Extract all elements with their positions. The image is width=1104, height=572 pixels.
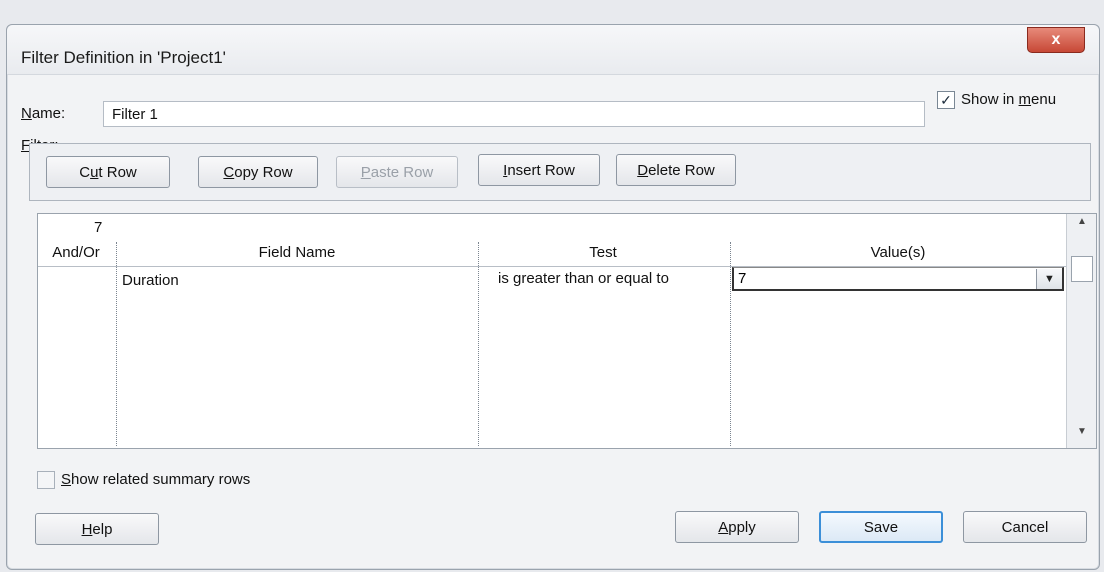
vertical-scrollbar[interactable]: ▲ ▼ xyxy=(1066,214,1096,448)
column-divider xyxy=(116,242,117,446)
name-input[interactable]: Filter 1 xyxy=(103,101,925,127)
close-icon: x xyxy=(1051,31,1061,48)
cell-field-name[interactable]: Duration xyxy=(122,272,179,289)
close-button[interactable]: x xyxy=(1027,27,1085,53)
scroll-down-icon[interactable]: ▼ xyxy=(1067,426,1097,444)
apply-button[interactable]: Apply xyxy=(675,511,799,543)
scroll-thumb[interactable] xyxy=(1071,256,1093,282)
cell-test[interactable]: is greater than or equal to xyxy=(498,270,669,287)
row-indicator: 7 xyxy=(94,219,103,236)
cell-value-input[interactable]: 7 xyxy=(732,267,1064,291)
column-header-values[interactable]: Value(s) xyxy=(730,244,1066,268)
column-header-field-name[interactable]: Field Name xyxy=(116,244,478,268)
copy-row-button[interactable]: Copy Row xyxy=(198,156,318,188)
name-label: Name: xyxy=(21,105,66,122)
cut-row-button[interactable]: Cut Row xyxy=(46,156,170,188)
title-bar: Filter Definition in 'Project1' x xyxy=(7,25,1099,75)
paste-row-button[interactable]: Paste Row xyxy=(336,156,458,188)
filter-toolbar: Cut Row Copy Row Paste Row Insert Row De… xyxy=(29,143,1091,201)
value-dropdown-icon[interactable]: ▼ xyxy=(1036,269,1062,289)
column-divider xyxy=(730,242,731,446)
column-divider xyxy=(478,242,479,446)
window-title: Filter Definition in 'Project1' xyxy=(21,48,226,67)
save-button[interactable]: Save xyxy=(819,511,943,543)
show-summary-rows-checkbox[interactable] xyxy=(37,471,55,489)
filter-criteria-grid: 7 And/Or Field Name Test Value(s) Durati… xyxy=(37,213,1097,449)
scroll-up-icon[interactable]: ▲ xyxy=(1067,216,1097,234)
show-in-menu-checkbox[interactable]: ✓ xyxy=(937,91,955,109)
column-header-and-or[interactable]: And/Or xyxy=(38,244,114,268)
delete-row-button[interactable]: Delete Row xyxy=(616,154,736,186)
column-header-test[interactable]: Test xyxy=(478,244,728,268)
insert-row-button[interactable]: Insert Row xyxy=(478,154,600,186)
cancel-button[interactable]: Cancel xyxy=(963,511,1087,543)
show-in-menu-label: Show in menu xyxy=(961,91,1057,108)
help-button[interactable]: Help xyxy=(35,513,159,545)
filter-definition-dialog: Filter Definition in 'Project1' x Name: … xyxy=(6,24,1100,570)
show-summary-rows-label: Show related summary rows xyxy=(61,471,251,488)
